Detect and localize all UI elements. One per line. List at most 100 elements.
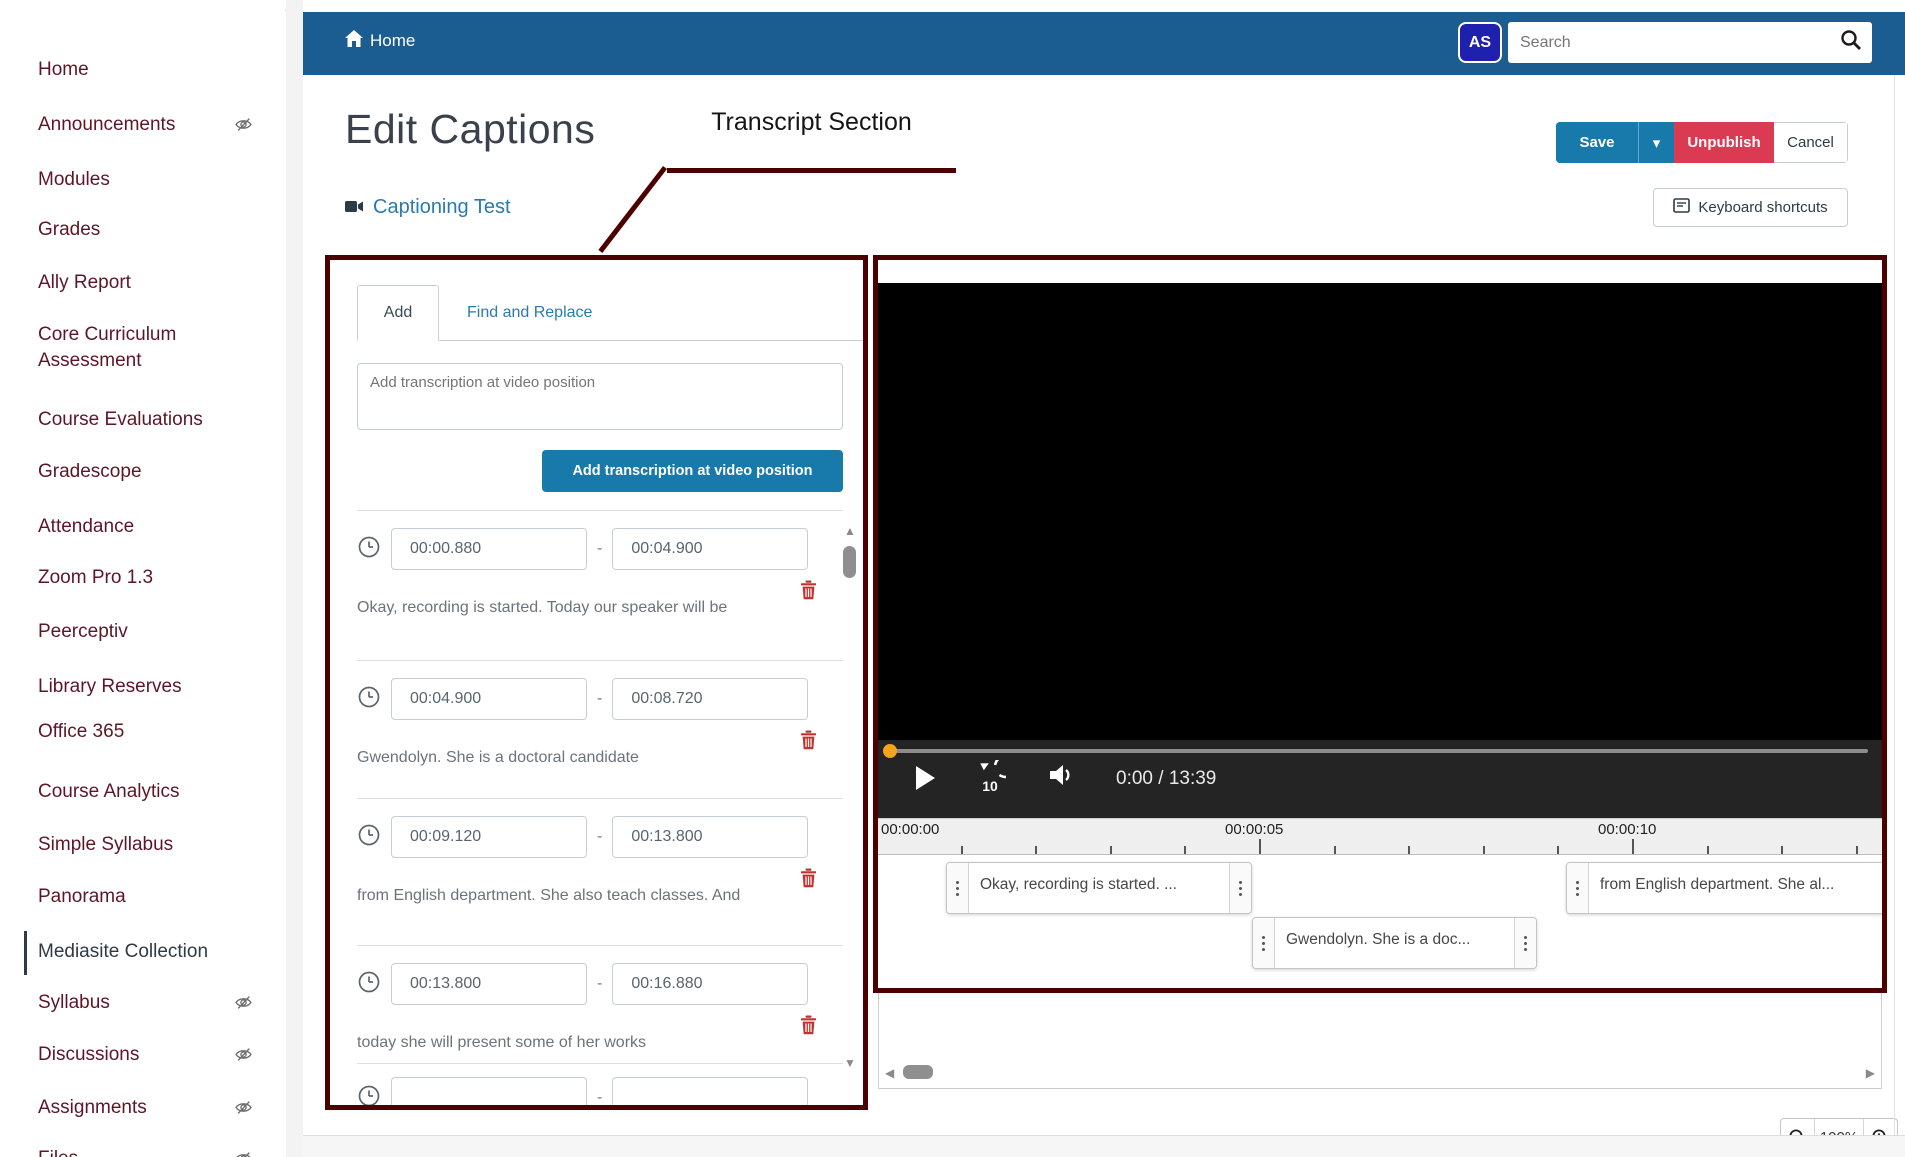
add-transcription-textarea[interactable] bbox=[357, 363, 843, 430]
sidebar-item-label: Announcements bbox=[38, 114, 175, 135]
sidebar-item-discussions[interactable]: Discussions bbox=[38, 1042, 273, 1068]
sidebar-item-announcements[interactable]: Announcements bbox=[38, 112, 273, 138]
sidebar-item-panorama[interactable]: Panorama bbox=[38, 884, 273, 910]
video-screen[interactable] bbox=[878, 283, 1882, 740]
course-nav-sidebar: Home Announcements Modules Grades Ally R… bbox=[0, 0, 285, 1157]
sidebar-item-label: Grades bbox=[38, 219, 100, 240]
caption-start-input[interactable] bbox=[391, 816, 587, 858]
tab-find-and-replace[interactable]: Find and Replace bbox=[439, 285, 620, 340]
sidebar-item-grades[interactable]: Grades bbox=[38, 217, 273, 243]
caption-end-input[interactable] bbox=[612, 528, 808, 570]
play-icon[interactable] bbox=[916, 766, 935, 790]
sidebar-item-core-curriculum-assessment[interactable]: Core Curriculum Assessment bbox=[38, 322, 248, 374]
timeline-ruler[interactable]: 00:00:00 00:00:05 00:00:10 bbox=[878, 818, 1882, 855]
sidebar-item-assignments[interactable]: Assignments bbox=[38, 1095, 273, 1121]
divider bbox=[357, 1063, 843, 1064]
scroll-right-arrow[interactable]: ▶ bbox=[1866, 1066, 1875, 1080]
divider bbox=[357, 798, 843, 799]
bubble-left-drag-handle[interactable] bbox=[947, 863, 969, 913]
sidebar-item-label: Peerceptiv bbox=[38, 621, 128, 642]
sidebar-item-ally-report[interactable]: Ally Report bbox=[38, 270, 273, 296]
sidebar-item-mediasite-collection[interactable]: Mediasite Collection bbox=[38, 939, 273, 965]
sidebar-item-files[interactable]: Files bbox=[38, 1146, 273, 1157]
keyboard-shortcuts-label: Keyboard shortcuts bbox=[1698, 199, 1827, 216]
timeline-tick-major bbox=[1632, 839, 1634, 854]
add-transcription-button[interactable]: Add transcription at video position bbox=[542, 450, 843, 492]
save-options-dropdown[interactable]: ▾ bbox=[1638, 122, 1674, 163]
divider bbox=[357, 510, 843, 511]
cancel-label: Cancel bbox=[1787, 134, 1834, 151]
sidebar-item-home[interactable]: Home bbox=[38, 57, 273, 83]
transcript-scrollbar: ▲ ▼ bbox=[842, 524, 859, 1074]
cancel-button[interactable]: Cancel bbox=[1774, 122, 1848, 163]
sidebar-item-attendance[interactable]: Attendance bbox=[38, 514, 273, 540]
hidden-eye-icon bbox=[235, 1149, 252, 1157]
sidebar-item-modules[interactable]: Modules bbox=[38, 167, 273, 193]
scroll-left-arrow[interactable]: ◀ bbox=[885, 1066, 894, 1080]
trash-icon[interactable] bbox=[800, 580, 817, 605]
caption-row-partial: - bbox=[357, 1077, 827, 1110]
tab-find-replace-label: Find and Replace bbox=[467, 304, 592, 322]
media-title-link[interactable]: Captioning Test bbox=[345, 196, 511, 219]
sidebar-item-label: Course Analytics bbox=[38, 781, 180, 802]
search-icon[interactable] bbox=[1840, 29, 1862, 56]
caption-start-input[interactable] bbox=[391, 678, 587, 720]
sidebar-item-gradescope[interactable]: Gradescope bbox=[38, 459, 273, 485]
caption-end-input[interactable] bbox=[612, 963, 808, 1005]
trash-icon[interactable] bbox=[800, 868, 817, 893]
timeline-caption-bubble[interactable]: Gwendolyn. She is a doc... bbox=[1252, 917, 1537, 969]
sidebar-item-course-analytics[interactable]: Course Analytics bbox=[38, 779, 273, 805]
sidebar-item-office-365[interactable]: Office 365 bbox=[38, 719, 273, 745]
caption-start-input[interactable] bbox=[391, 963, 587, 1005]
tab-add[interactable]: Add bbox=[357, 285, 439, 341]
trash-icon[interactable] bbox=[800, 730, 817, 755]
volume-icon[interactable] bbox=[1048, 762, 1078, 793]
video-progress-track[interactable] bbox=[892, 749, 1868, 753]
trash-icon[interactable] bbox=[800, 1015, 817, 1040]
scrollbar-thumb[interactable] bbox=[903, 1065, 933, 1079]
sidebar-item-syllabus[interactable]: Syllabus bbox=[38, 990, 273, 1016]
caption-end-input[interactable] bbox=[612, 1077, 808, 1110]
divider bbox=[357, 945, 843, 946]
hidden-eye-icon bbox=[235, 1045, 252, 1071]
bubble-left-drag-handle[interactable] bbox=[1253, 918, 1275, 968]
caption-start-input[interactable] bbox=[391, 528, 587, 570]
sidebar-item-zoom-pro[interactable]: Zoom Pro 1.3 bbox=[38, 565, 273, 591]
clock-icon bbox=[357, 1084, 381, 1111]
app-window: Home Announcements Modules Grades Ally R… bbox=[0, 0, 1905, 1157]
sidebar-item-peerceptiv[interactable]: Peerceptiv bbox=[38, 619, 273, 645]
drag-dots-icon bbox=[1262, 936, 1265, 939]
timeline-tick bbox=[1557, 846, 1559, 854]
caption-times: - bbox=[357, 1077, 827, 1110]
avatar[interactable]: AS bbox=[1458, 22, 1502, 63]
save-label: Save bbox=[1579, 134, 1614, 151]
bubble-right-drag-handle[interactable] bbox=[1229, 863, 1251, 913]
bubble-right-drag-handle[interactable] bbox=[1514, 918, 1536, 968]
keyboard-shortcuts-button[interactable]: Keyboard shortcuts bbox=[1653, 188, 1848, 227]
caption-start-input[interactable] bbox=[391, 1077, 587, 1110]
timeline-tick bbox=[1334, 846, 1336, 854]
home-icon bbox=[345, 30, 363, 52]
save-button[interactable]: Save bbox=[1556, 122, 1638, 163]
search-input[interactable] bbox=[1508, 34, 1840, 52]
rewind-10-icon[interactable]: 10 bbox=[974, 760, 1006, 799]
sidebar-item-library-reserves[interactable]: Library Reserves bbox=[38, 674, 273, 700]
sidebar-item-course-evaluations[interactable]: Course Evaluations bbox=[38, 407, 273, 433]
scroll-down-arrow[interactable]: ▼ bbox=[844, 1056, 856, 1070]
bubble-left-drag-handle[interactable] bbox=[1567, 863, 1589, 913]
hidden-eye-icon bbox=[235, 115, 252, 141]
transcript-annotation-underline bbox=[667, 168, 956, 173]
scrollbar-thumb[interactable] bbox=[843, 546, 856, 578]
video-progress-handle[interactable] bbox=[883, 744, 897, 758]
scroll-up-arrow[interactable]: ▲ bbox=[844, 524, 856, 538]
sidebar-item-label: Mediasite Collection bbox=[38, 941, 208, 962]
unpublish-button[interactable]: Unpublish bbox=[1674, 122, 1774, 163]
time-range-dash: - bbox=[597, 1089, 602, 1107]
breadcrumb[interactable]: Home bbox=[345, 30, 415, 52]
timeline-caption-bubble[interactable]: Okay, recording is started. ... bbox=[946, 862, 1252, 914]
time-display: 0:00 / 13:39 bbox=[1116, 768, 1216, 790]
timeline-caption-bubble[interactable]: from English department. She al... bbox=[1566, 862, 1887, 914]
sidebar-item-simple-syllabus[interactable]: Simple Syllabus bbox=[38, 832, 273, 858]
caption-end-input[interactable] bbox=[612, 816, 808, 858]
caption-end-input[interactable] bbox=[612, 678, 808, 720]
